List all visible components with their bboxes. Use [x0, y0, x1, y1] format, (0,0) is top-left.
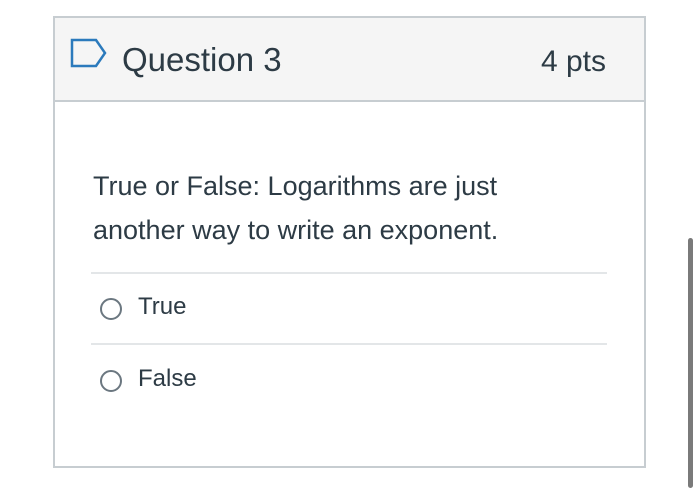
answer-divider	[91, 343, 607, 345]
answer-label-false: False	[138, 365, 197, 392]
question-header: Question 3 4 pts	[55, 18, 644, 102]
question-text: True or False: Logarithms are just anoth…	[93, 171, 499, 245]
scrollbar[interactable]	[688, 238, 693, 488]
question-title: Question 3	[122, 41, 282, 78]
answer-label-true: True	[138, 293, 187, 320]
quiz-page: Question 3 4 pts True or False: Logarith…	[0, 0, 700, 489]
radio-button-false[interactable]	[100, 370, 122, 392]
question-points: 4 pts	[540, 45, 606, 78]
flag-icon[interactable]	[70, 38, 108, 68]
answer-divider	[91, 272, 607, 274]
answer-option-true[interactable]: True	[100, 289, 570, 329]
answer-option-false[interactable]: False	[100, 361, 570, 401]
radio-button-true[interactable]	[100, 298, 122, 320]
